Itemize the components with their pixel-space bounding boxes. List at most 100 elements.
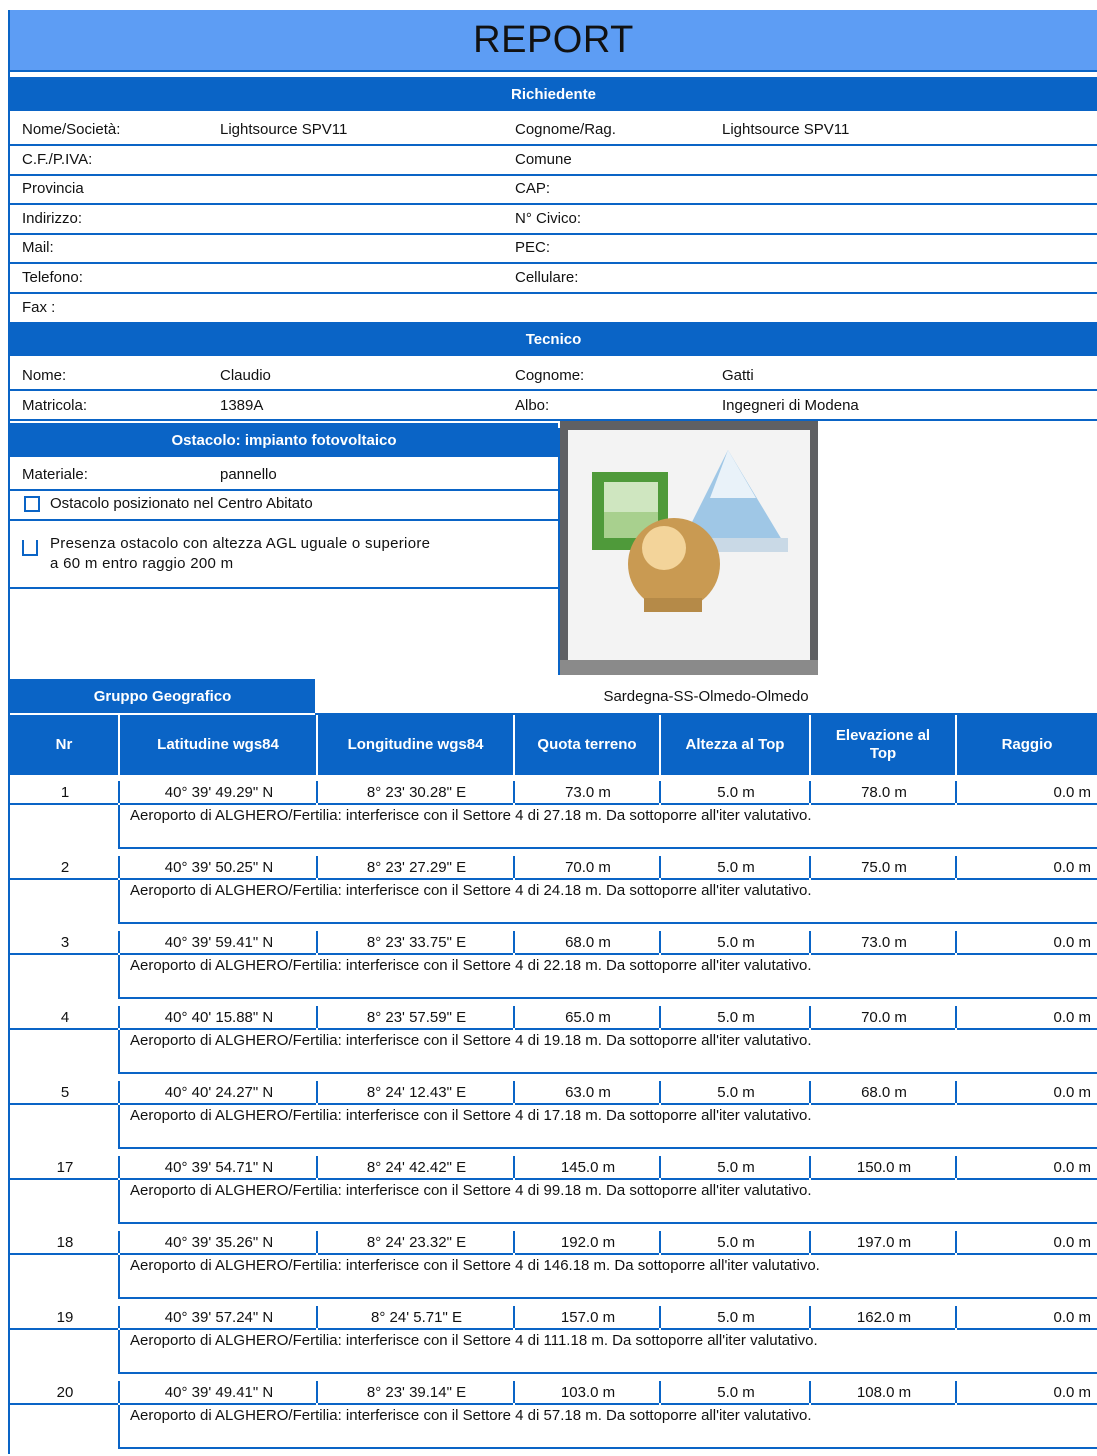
col-lat: Latitudine wgs84 xyxy=(120,715,318,775)
cell-elev: 75.0 m xyxy=(861,858,907,876)
cell-underline xyxy=(957,878,1097,880)
cell-separator xyxy=(316,1081,318,1103)
cell-separator xyxy=(809,1006,811,1028)
col-raggio: Raggio xyxy=(1001,736,1053,753)
cell-underline xyxy=(10,1328,118,1330)
note-separator xyxy=(118,805,120,848)
table-row: 2 40° 39' 50.25" N 8° 23' 27.29" E 70.0 m 5.… xyxy=(10,854,1097,931)
cell-underline xyxy=(10,1403,118,1405)
cell-separator xyxy=(809,1231,811,1253)
note-underline xyxy=(118,847,1097,849)
table-row: 4 40° 40' 15.88" N 8° 23' 57.59" E 65.0 m 5.… xyxy=(10,1004,1097,1081)
centro-abitato-checkbox[interactable] xyxy=(24,496,40,512)
cell-underline xyxy=(318,1178,513,1180)
cell-underline xyxy=(957,1028,1097,1030)
cell-lat: 40° 39' 35.26" N xyxy=(164,1233,274,1251)
technician-value: Claudio xyxy=(220,367,271,384)
technician-label: Matricola: xyxy=(22,397,88,414)
cell-underline xyxy=(10,1103,118,1105)
cell-separator xyxy=(955,1006,957,1028)
cell-underline xyxy=(811,1403,955,1405)
interference-note: Aeroporto di ALGHERO/Fertilia: interferi… xyxy=(130,807,812,824)
geo-group-value: Sardegna-SS-Olmedo-Olmedo xyxy=(315,679,1097,715)
cell-underline xyxy=(120,803,316,805)
cell-raggio: 0.0 m xyxy=(1053,858,1091,876)
interference-note: Aeroporto di ALGHERO/Fertilia: interferi… xyxy=(130,957,812,974)
col-quota: Quota terreno xyxy=(515,715,661,775)
note-underline xyxy=(118,1072,1097,1074)
cell-elev: 108.0 m xyxy=(856,1383,912,1401)
agl-label-line1: Presenza ostacolo con altezza AGL uguale… xyxy=(50,535,431,552)
cell-separator xyxy=(118,1006,120,1028)
cell-elev: 68.0 m xyxy=(861,1083,907,1101)
cell-underline xyxy=(515,1253,659,1255)
cell-underline xyxy=(957,1103,1097,1105)
cell-quota: 63.0 m xyxy=(565,1083,611,1101)
cell-elev: 162.0 m xyxy=(856,1308,912,1326)
cell-underline xyxy=(811,1178,955,1180)
interference-note: Aeroporto di ALGHERO/Fertilia: interferi… xyxy=(130,1332,818,1349)
cell-underline xyxy=(120,1328,316,1330)
cell-underline xyxy=(957,953,1097,955)
cell-underline xyxy=(318,953,513,955)
cell-quota: 73.0 m xyxy=(565,783,611,801)
cell-lon: 8° 23' 57.59" E xyxy=(366,1008,467,1026)
cell-underline xyxy=(515,878,659,880)
cell-separator xyxy=(955,1231,957,1253)
cell-raggio: 0.0 m xyxy=(1053,1308,1091,1326)
cell-separator xyxy=(659,1381,661,1403)
note-separator xyxy=(118,955,120,998)
cell-underline xyxy=(661,1253,809,1255)
cell-separator xyxy=(513,1081,515,1103)
cell-separator xyxy=(659,781,661,803)
cell-lat: 40° 40' 24.27" N xyxy=(164,1083,274,1101)
cell-separator xyxy=(955,931,957,953)
divider xyxy=(10,519,558,521)
note-separator xyxy=(118,1405,120,1448)
cell-separator xyxy=(118,1081,120,1103)
cell-lat: 40° 39' 50.25" N xyxy=(164,858,274,876)
cell-separator xyxy=(955,781,957,803)
interference-note: Aeroporto di ALGHERO/Fertilia: interferi… xyxy=(130,1257,820,1274)
cell-separator xyxy=(955,856,957,878)
cell-lon: 8° 24' 5.71" E xyxy=(371,1308,462,1326)
interference-note: Aeroporto di ALGHERO/Fertilia: interferi… xyxy=(130,882,812,899)
col-lon: Longitudine wgs84 xyxy=(318,715,515,775)
note-separator xyxy=(118,1105,120,1148)
cell-quota: 157.0 m xyxy=(560,1308,616,1326)
requester-label: C.F./P.IVA: xyxy=(22,151,93,168)
cell-altezza: 5.0 m xyxy=(717,1308,755,1326)
cell-quota: 65.0 m xyxy=(565,1008,611,1026)
cell-altezza: 5.0 m xyxy=(717,933,755,951)
cell-separator xyxy=(316,1006,318,1028)
cell-separator xyxy=(316,1381,318,1403)
cell-nr: 20 xyxy=(56,1383,74,1401)
cell-underline xyxy=(318,1253,513,1255)
row-divider xyxy=(10,262,1097,264)
cell-nr: 1 xyxy=(60,783,70,801)
row-divider xyxy=(10,292,1097,294)
cell-separator xyxy=(118,1231,120,1253)
geo-group-label: Gruppo Geografico xyxy=(10,679,315,713)
cell-lon: 8° 24' 12.43" E xyxy=(366,1083,467,1101)
cell-quota: 145.0 m xyxy=(560,1158,616,1176)
row-divider xyxy=(10,174,1097,176)
material-label: Materiale: xyxy=(22,466,88,483)
cell-underline xyxy=(811,803,955,805)
cell-lon: 8° 24' 42.42" E xyxy=(366,1158,467,1176)
interference-note: Aeroporto di ALGHERO/Fertilia: interferi… xyxy=(130,1182,812,1199)
cell-separator xyxy=(809,1081,811,1103)
cell-underline xyxy=(515,1328,659,1330)
cell-lat: 40° 39' 49.41" N xyxy=(164,1383,274,1401)
cell-separator xyxy=(513,856,515,878)
cell-separator xyxy=(118,931,120,953)
agl-checkbox[interactable] xyxy=(22,540,38,556)
cell-lon: 8° 23' 33.75" E xyxy=(366,933,467,951)
cell-separator xyxy=(955,1156,957,1178)
cell-separator xyxy=(513,931,515,953)
report-title: REPORT xyxy=(10,10,1097,72)
cell-underline xyxy=(661,1178,809,1180)
cell-raggio: 0.0 m xyxy=(1053,1008,1091,1026)
cell-separator xyxy=(659,1156,661,1178)
cell-raggio: 0.0 m xyxy=(1053,1158,1091,1176)
